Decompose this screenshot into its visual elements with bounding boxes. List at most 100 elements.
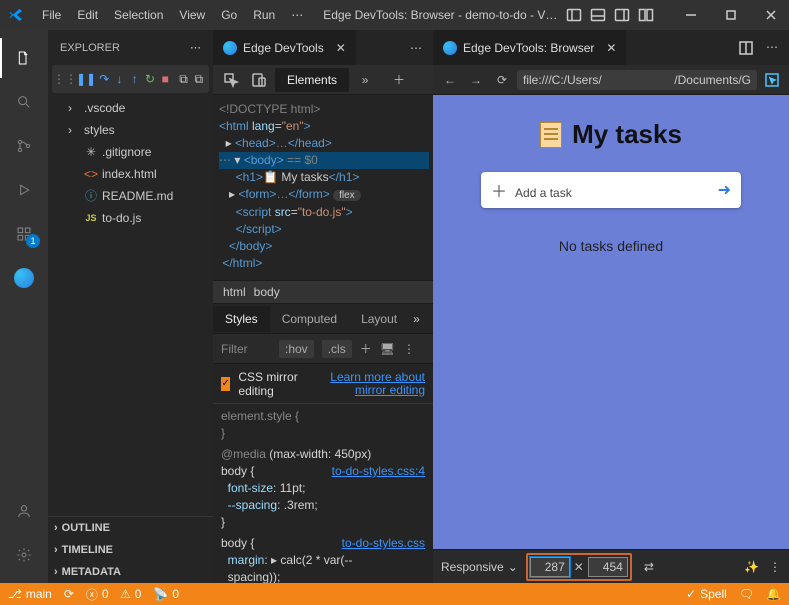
debug-pause-icon[interactable]: ❚❚ (77, 72, 95, 86)
section-timeline[interactable]: ›TIMELINE (48, 539, 213, 561)
check-icon: ✓ (686, 587, 696, 601)
debug-step-out-icon[interactable]: ↑ (129, 72, 141, 86)
inspect-icon[interactable] (219, 68, 243, 92)
tab-edge-devtools[interactable]: Edge DevTools ✕ (213, 30, 357, 65)
status-branch[interactable]: ⎇main (8, 587, 52, 601)
panel-right-icon[interactable] (613, 6, 631, 24)
activity-settings-icon[interactable] (0, 535, 48, 575)
open-devtools-icon[interactable] (761, 72, 783, 88)
submit-arrow-icon[interactable]: ➜ (718, 180, 731, 200)
mirror-checkbox[interactable]: ✓ (221, 377, 230, 391)
layout-controls (565, 6, 655, 24)
tab-edge-browser[interactable]: Edge DevTools: Browser ✕ (433, 30, 627, 65)
debug-restart-icon[interactable]: ↻ (144, 72, 156, 86)
responsive-dropdown[interactable]: Responsive⌄ (441, 560, 518, 574)
menu-edit[interactable]: Edit (71, 4, 104, 26)
maximize-icon[interactable] (711, 0, 751, 30)
dom-tree[interactable]: <!DOCTYPE html> <html lang="en"> ▸ <head… (213, 95, 433, 280)
tab-overflow-icon[interactable]: ⋯ (407, 41, 425, 55)
menu-selection[interactable]: Selection (108, 4, 169, 26)
styles-tab-styles[interactable]: Styles (213, 306, 270, 332)
activity-account-icon[interactable] (0, 491, 48, 531)
warning-icon: ⚠ (120, 587, 131, 601)
activity-edge-icon[interactable] (0, 258, 48, 298)
tab-close-icon[interactable]: ✕ (606, 41, 616, 55)
tab-overflow-icon[interactable]: ⋯ (763, 40, 781, 56)
panel-bottom-icon[interactable] (589, 6, 607, 24)
url-segment-1: file:///C:/Users/ (523, 73, 602, 87)
chevron-down-icon: ⌄ (508, 560, 518, 574)
add-task-input[interactable]: ＋Add a task ➜ (481, 172, 741, 208)
magic-icon[interactable]: ✨ (744, 560, 759, 574)
panel-left-icon[interactable] (565, 6, 583, 24)
status-feedback-icon[interactable]: 🗨 (739, 587, 754, 601)
nav-forward-icon[interactable]: → (465, 73, 487, 87)
status-bell-icon[interactable]: 🔔 (766, 587, 781, 601)
height-input[interactable] (588, 557, 628, 577)
styles-filter-input[interactable]: Filter (221, 342, 271, 356)
width-input[interactable] (530, 557, 570, 577)
status-ports[interactable]: 📡0 (153, 587, 179, 601)
page-title: My tasks (540, 119, 682, 150)
status-sync[interactable]: ⟳ (64, 587, 74, 601)
nav-back-icon[interactable]: ← (439, 73, 461, 87)
devtools-add-tab-icon[interactable]: ＋ (387, 68, 411, 92)
css-rules[interactable]: element.style {} @media (max-width: 450p… (213, 404, 433, 583)
section-metadata[interactable]: ›METADATA (48, 561, 213, 583)
device-more-icon[interactable]: ⋮ (769, 560, 781, 574)
debug-select-icon[interactable]: ⧉ (193, 72, 205, 87)
debug-step-over-icon[interactable]: ↷ (98, 72, 110, 86)
menu-run[interactable]: Run (247, 4, 281, 26)
menu-view[interactable]: View (173, 4, 211, 26)
dom-breadcrumb[interactable]: html body (213, 280, 433, 304)
menu-file[interactable]: File (36, 4, 67, 26)
activity-source-control-icon[interactable] (0, 126, 48, 166)
browser-viewport: My tasks ＋Add a task ➜ No tasks defined (433, 95, 789, 549)
file-gitignore[interactable]: ✳.gitignore (54, 141, 213, 163)
hov-button[interactable]: :hov (279, 340, 314, 358)
minimize-icon[interactable] (671, 0, 711, 30)
close-icon[interactable] (751, 0, 789, 30)
nav-reload-icon[interactable]: ⟳ (491, 73, 513, 87)
debug-step-into-icon[interactable]: ↓ (113, 72, 125, 86)
status-spell[interactable]: ✓Spell (686, 587, 727, 601)
styles-tabs-more-icon[interactable]: » (413, 312, 420, 326)
device-toolbar: Responsive⌄ ✕ ⇄ ✨ ⋮ (433, 549, 789, 583)
layout-grid-icon[interactable] (637, 6, 655, 24)
file-index-html[interactable]: <>index.html (54, 163, 213, 185)
crumb-body[interactable]: body (254, 285, 280, 299)
activity-explorer-icon[interactable] (0, 38, 48, 78)
mirror-link[interactable]: Learn more about mirror editing (312, 371, 425, 397)
devtools-tab-elements[interactable]: Elements (275, 68, 349, 92)
styles-more-icon[interactable]: ⋮ (403, 342, 415, 356)
device-icon[interactable] (247, 68, 271, 92)
file-to-do-js[interactable]: JSto-do.js (54, 207, 213, 229)
folder-vscode[interactable]: ›.vscode (54, 97, 213, 119)
split-icon[interactable] (737, 40, 755, 56)
editor-browser: Edge DevTools: Browser ✕ ⋯ ← → ⟳ file://… (433, 30, 789, 583)
file-readme[interactable]: ⓘREADME.md (54, 185, 213, 207)
activity-search-icon[interactable] (0, 82, 48, 122)
styles-tabs: Styles Computed Layout » (213, 304, 433, 334)
tab-close-icon[interactable]: ✕ (336, 41, 346, 55)
activity-run-debug-icon[interactable] (0, 170, 48, 210)
debug-drag-icon[interactable]: ⋮⋮ (56, 72, 74, 86)
folder-styles[interactable]: ›styles (54, 119, 213, 141)
styles-tab-computed[interactable]: Computed (270, 306, 349, 332)
styles-tab-layout[interactable]: Layout (349, 306, 409, 332)
debug-stop-icon[interactable]: ■ (159, 72, 171, 86)
devtools-tabs-more-icon[interactable]: » (353, 68, 377, 92)
status-problems[interactable]: ⓧ0 ⚠0 (86, 586, 142, 603)
device-mode-icon[interactable]: 🖥 (380, 342, 395, 356)
debug-screenshot-icon[interactable]: ⧉ (177, 72, 189, 87)
new-rule-icon[interactable]: ＋ (360, 340, 372, 357)
menu-overflow-icon[interactable]: ⋯ (285, 4, 309, 26)
cls-button[interactable]: .cls (322, 340, 352, 358)
sidebar-more-icon[interactable]: ⋯ (190, 41, 201, 54)
activity-extensions-icon[interactable]: 1 (0, 214, 48, 254)
section-outline[interactable]: ›OUTLINE (48, 517, 213, 539)
crumb-html[interactable]: html (223, 285, 246, 299)
menu-go[interactable]: Go (215, 4, 243, 26)
rotate-icon[interactable]: ⇄ (644, 560, 654, 574)
url-bar[interactable]: file:///C:/Users/ /Documents/G (517, 70, 757, 90)
